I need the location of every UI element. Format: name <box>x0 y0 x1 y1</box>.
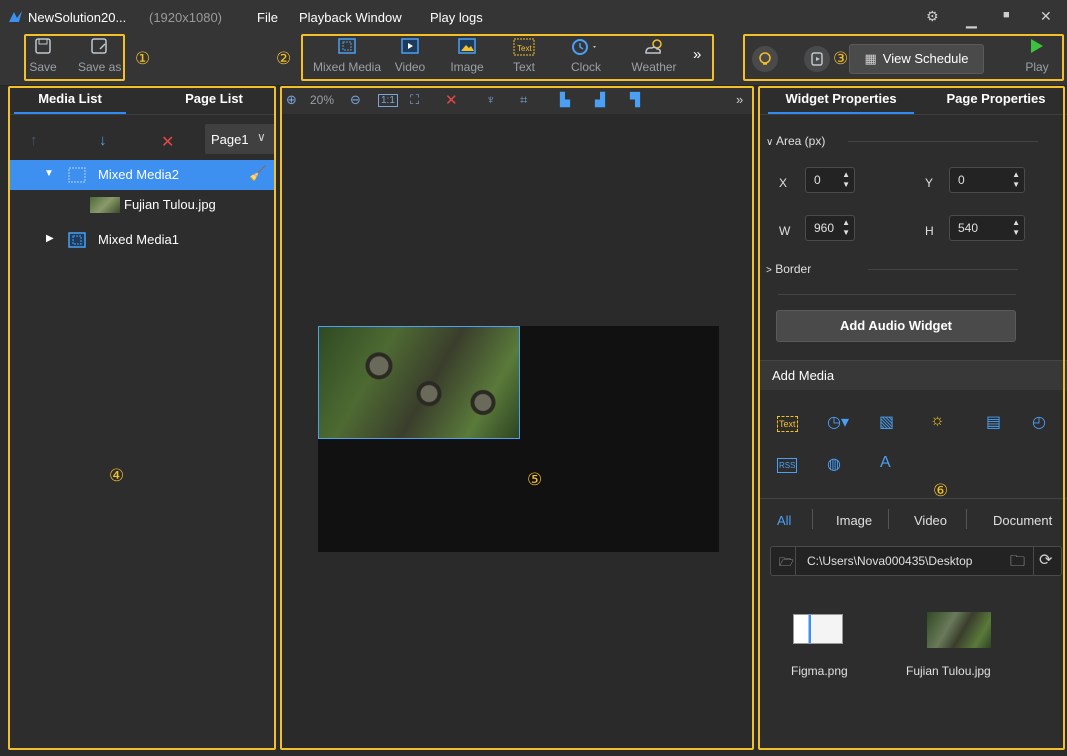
toolbar: Save Save as ① ② Mixed Media Video Image… <box>0 34 1067 86</box>
mixed-media-icon <box>338 38 356 54</box>
preview-button[interactable] <box>804 46 830 72</box>
highlight-box-4 <box>8 86 276 750</box>
marker-2: ② <box>276 49 292 68</box>
view-schedule-button[interactable]: ▦ View Schedule <box>849 44 984 74</box>
weather-label: Weather <box>631 60 677 74</box>
play-label: Play <box>1025 60 1049 74</box>
menu-play-logs[interactable]: Play logs <box>430 10 483 25</box>
highlight-box-5 <box>280 86 754 750</box>
resolution-label: (1920x1080) <box>149 10 222 25</box>
video-icon <box>401 38 419 54</box>
settings-icon[interactable]: ⚙ <box>926 8 939 25</box>
menu-file[interactable]: File <box>257 10 278 25</box>
close-icon[interactable]: ✕ <box>1040 8 1052 25</box>
image-icon <box>458 38 476 54</box>
minimize-icon[interactable]: ▁ <box>966 12 977 29</box>
app-logo-icon <box>9 11 22 22</box>
mixed-media-label: Mixed Media <box>312 60 382 74</box>
image-button[interactable]: Image <box>447 34 487 82</box>
bulb-button[interactable] <box>752 46 778 72</box>
marker-1: ① <box>135 49 151 68</box>
highlight-box-6 <box>758 86 1065 750</box>
text-widget-icon: Text <box>513 38 535 56</box>
preview-icon <box>811 52 823 66</box>
play-icon <box>1031 39 1043 53</box>
save-as-icon <box>91 38 107 54</box>
video-label: Video <box>394 60 426 74</box>
clock-label: Clock <box>570 60 601 74</box>
more-widgets-icon[interactable]: » <box>693 46 701 63</box>
play-button[interactable]: Play <box>1020 34 1054 82</box>
menu-playback-window[interactable]: Playback Window <box>299 10 402 25</box>
text-button[interactable]: Text Text <box>507 34 541 82</box>
save-as-button[interactable]: Save as <box>78 34 122 82</box>
calendar-icon: ▦ <box>864 51 877 66</box>
text-label: Text <box>512 60 535 74</box>
weather-button[interactable]: Weather <box>628 34 680 82</box>
app-title: NewSolution20... <box>28 10 127 25</box>
view-schedule-label: View Schedule <box>882 51 969 66</box>
video-button[interactable]: Video <box>392 34 428 82</box>
svg-text:Text: Text <box>517 44 532 53</box>
save-icon <box>35 38 51 54</box>
save-as-label: Save as <box>78 60 122 74</box>
clock-button[interactable]: Clock <box>565 34 607 82</box>
title-bar: NewSolution20... (1920x1080) File Playba… <box>0 0 1067 34</box>
marker-3: ③ <box>833 49 849 68</box>
maximize-icon[interactable]: ■ <box>1003 9 1010 21</box>
weather-icon <box>645 39 662 54</box>
image-label: Image <box>450 60 484 74</box>
save-button[interactable]: Save <box>28 34 58 82</box>
clock-icon <box>572 39 596 55</box>
mixed-media-button[interactable]: Mixed Media <box>310 34 384 82</box>
save-label: Save <box>29 60 57 74</box>
bulb-icon <box>759 52 771 65</box>
